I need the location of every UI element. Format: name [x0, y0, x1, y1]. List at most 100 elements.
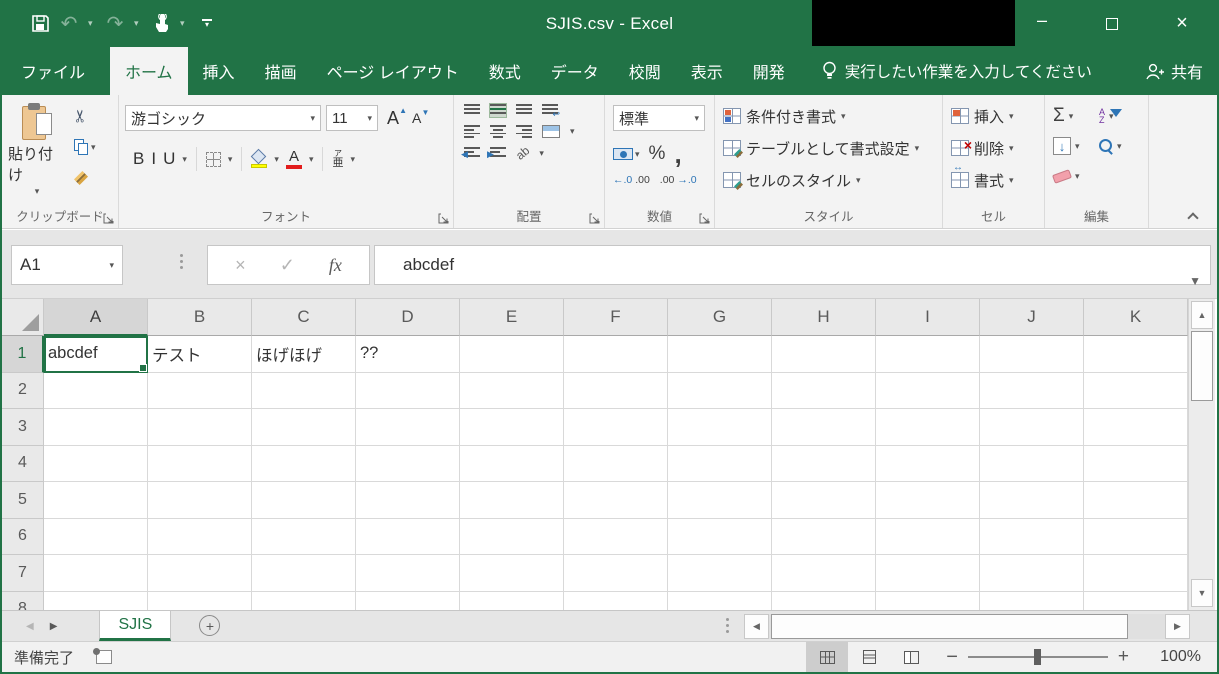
cell-H4[interactable] — [772, 445, 876, 482]
zoom-slider[interactable] — [967, 649, 1108, 665]
cell-H1[interactable] — [772, 336, 876, 373]
cell-F5[interactable] — [564, 482, 668, 519]
cell-G1[interactable] — [668, 336, 772, 373]
tab-developer[interactable]: 開発 — [738, 47, 800, 95]
cell-E3[interactable] — [460, 409, 564, 446]
cell-J1[interactable] — [980, 336, 1084, 373]
underline-button[interactable]: U — [163, 149, 175, 169]
cell-J4[interactable] — [980, 445, 1084, 482]
font-color-dropdown[interactable]: ▾ — [309, 154, 314, 164]
cell-E2[interactable] — [460, 372, 564, 409]
column-header-E[interactable]: E — [460, 299, 564, 336]
previous-sheet-button[interactable]: ◀ — [26, 621, 34, 632]
cell-B5[interactable] — [148, 482, 252, 519]
page-layout-view-button[interactable] — [848, 642, 890, 672]
cell-J3[interactable] — [980, 409, 1084, 446]
sort-filter-button[interactable]: A Z ▾ — [1099, 108, 1145, 125]
currency-dropdown[interactable]: ▾ — [635, 149, 640, 159]
column-header-B[interactable]: B — [148, 299, 252, 336]
cell-E5[interactable] — [460, 482, 564, 519]
column-header-D[interactable]: D — [356, 299, 460, 336]
tab-page-layout[interactable]: ページ レイアウト — [312, 47, 474, 95]
row-header-4[interactable]: 4 — [2, 445, 44, 482]
row-header-7[interactable]: 7 — [2, 555, 44, 592]
tab-data[interactable]: データ — [536, 47, 614, 95]
cell-E4[interactable] — [460, 445, 564, 482]
column-header-I[interactable]: I — [876, 299, 980, 336]
conditional-formatting-button[interactable]: 条件付き書式 ▾ — [723, 103, 938, 129]
row-header-5[interactable]: 5 — [2, 482, 44, 519]
cell-E8[interactable] — [460, 591, 564, 610]
cell-I5[interactable] — [876, 482, 980, 519]
cell-C6[interactable] — [252, 518, 356, 555]
row-header-1[interactable]: 1 — [2, 336, 44, 373]
cell-H8[interactable] — [772, 591, 876, 610]
cell-I7[interactable] — [876, 555, 980, 592]
cell-A5[interactable] — [44, 482, 148, 519]
row-header-3[interactable]: 3 — [2, 409, 44, 446]
cell-C1[interactable]: ほげほげ — [252, 336, 356, 373]
row-header-6[interactable]: 6 — [2, 518, 44, 555]
scroll-left-button[interactable]: ◀ — [744, 614, 769, 639]
align-middle-button[interactable] — [489, 103, 507, 118]
cell-C2[interactable] — [252, 372, 356, 409]
tab-formulas[interactable]: 数式 — [474, 47, 536, 95]
new-sheet-button[interactable]: + — [199, 615, 221, 636]
macro-record-button[interactable] — [93, 648, 113, 664]
cell-G2[interactable] — [668, 372, 772, 409]
cell-F1[interactable] — [564, 336, 668, 373]
column-header-G[interactable]: G — [668, 299, 772, 336]
cell-C7[interactable] — [252, 555, 356, 592]
cell-B1[interactable]: テスト — [148, 336, 252, 373]
cell-K7[interactable] — [1084, 555, 1188, 592]
tab-review[interactable]: 校閲 — [614, 47, 676, 95]
cut-button[interactable]: ✂ — [71, 105, 96, 127]
decrease-indent-button[interactable]: ◀ — [461, 146, 480, 160]
currency-button[interactable]: ▾ — [613, 148, 640, 160]
enter-button[interactable]: ✓ — [280, 255, 295, 276]
cell-D3[interactable] — [356, 409, 460, 446]
minimize-button[interactable]: – — [1007, 0, 1077, 44]
vertical-scrollbar[interactable]: ▲ ▼ — [1188, 299, 1215, 610]
cell-A4[interactable] — [44, 445, 148, 482]
cell-F3[interactable] — [564, 409, 668, 446]
cell-K2[interactable] — [1084, 372, 1188, 409]
column-header-K[interactable]: K — [1084, 299, 1188, 336]
cell-A3[interactable] — [44, 409, 148, 446]
column-header-C[interactable]: C — [252, 299, 356, 336]
cell-C8[interactable] — [252, 591, 356, 610]
cell-B8[interactable] — [148, 591, 252, 610]
zoom-slider-thumb[interactable] — [1033, 649, 1041, 665]
column-header-H[interactable]: H — [772, 299, 876, 336]
column-header-F[interactable]: F — [564, 299, 668, 336]
cell-E7[interactable] — [460, 555, 564, 592]
shrink-font-button[interactable]: A ▼ — [408, 108, 429, 126]
number-dialog-launcher[interactable] — [699, 213, 710, 224]
cell-C4[interactable] — [252, 445, 356, 482]
cell-F7[interactable] — [564, 555, 668, 592]
cell-A2[interactable] — [44, 372, 148, 409]
font-dialog-launcher[interactable] — [438, 213, 449, 224]
merge-center-button[interactable] — [542, 125, 560, 138]
cell-I6[interactable] — [876, 518, 980, 555]
phonetic-button[interactable]: ア亜 — [332, 149, 343, 169]
cell-K4[interactable] — [1084, 445, 1188, 482]
next-sheet-button[interactable]: ▶ — [50, 621, 58, 632]
borders-dropdown[interactable]: ▾ — [228, 154, 233, 164]
cell-K6[interactable] — [1084, 518, 1188, 555]
orientation-dropdown[interactable]: ▾ — [539, 148, 544, 158]
decrease-decimal-button[interactable]: .00 →.0 — [660, 175, 697, 186]
cell-J6[interactable] — [980, 518, 1084, 555]
cell-G3[interactable] — [668, 409, 772, 446]
cell-K1[interactable] — [1084, 336, 1188, 373]
cell-H7[interactable] — [772, 555, 876, 592]
scrollbar-resize-handle[interactable] — [726, 618, 729, 633]
cell-B2[interactable] — [148, 372, 252, 409]
cell-J8[interactable] — [980, 591, 1084, 610]
merge-dropdown[interactable]: ▾ — [570, 127, 575, 136]
align-bottom-button[interactable] — [516, 104, 532, 117]
delete-cells-button[interactable]: 削除 ▾ — [951, 135, 1040, 161]
autosum-button[interactable]: Σ ▾ — [1053, 105, 1099, 127]
tab-home[interactable]: ホーム — [110, 47, 188, 95]
orientation-button[interactable]: ab — [513, 143, 532, 162]
